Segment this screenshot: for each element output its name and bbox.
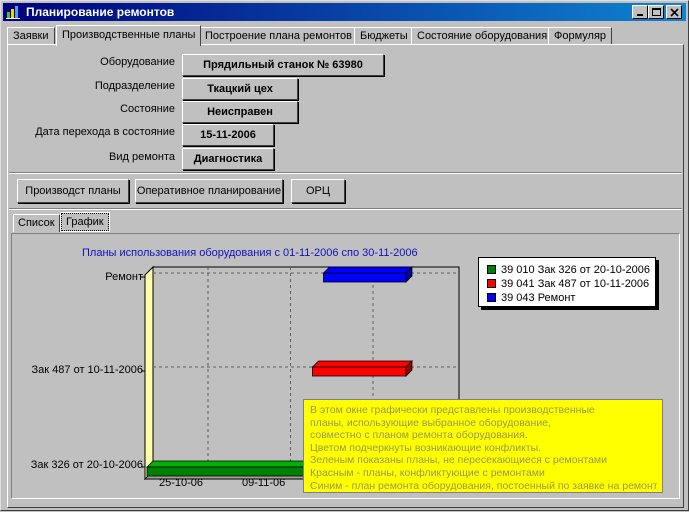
- y-tick-label: Зак 326 от 20-10-2006: [30, 459, 143, 471]
- chart-legend: 39 010 Зак 326 от 20-10-2006 39 041 Зак …: [478, 257, 656, 307]
- x-tick-label: 09-11-06: [242, 477, 286, 489]
- legend-label: 39 043 Ремонт: [501, 292, 576, 304]
- bar: [323, 272, 407, 283]
- app-window: Планирование ремонтов Заявки Производств…: [0, 0, 689, 511]
- legend-item: 39 043 Ремонт: [487, 292, 575, 304]
- tooltip-line: Зеленым показаны планы, не пересекающиес…: [310, 454, 608, 467]
- x-tick-label: 25-10-06: [159, 477, 204, 489]
- legend-item: 39 041 Зак 487 от 10-11-2006: [487, 278, 649, 290]
- bar-top: [311, 360, 413, 368]
- tooltip-line: планы, использующие выбранное оборудован…: [310, 416, 551, 429]
- legend-item: 39 010 Зак 326 от 20-10-2006: [487, 264, 650, 276]
- bar: [312, 366, 407, 377]
- tab-production-plans[interactable]: Производственные планы: [56, 25, 202, 46]
- tooltip-line: совместно с планом ремонта оборудования.: [310, 429, 528, 442]
- tooltip-line: В этом окне графически представлены прои…: [310, 404, 595, 416]
- legend-swatch-red: [487, 279, 496, 288]
- bar-top: [322, 266, 413, 274]
- legend-label: 39 010 Зак 326 от 20-10-2006: [501, 264, 650, 276]
- tooltip-line: Цветом подчеркнуты возникающие конфликты…: [310, 441, 542, 454]
- y-tick-label: Зак 487 от 10-11-2006: [31, 364, 143, 376]
- tooltip-line: Синим - план ремонта оборудования, посто…: [310, 479, 658, 492]
- legend-swatch-green: [487, 265, 496, 274]
- legend-swatch-blue: [487, 293, 496, 302]
- plot-side-wall: [144, 265, 154, 481]
- legend-label: 39 041 Зак 487 от 10-11-2006: [501, 278, 650, 290]
- chart-help-tooltip: В этом окне графически представлены прои…: [303, 399, 663, 493]
- tooltip-line: Красным - планы, конфликтующие с ремонта…: [310, 466, 545, 479]
- y-tick-label: Ремонт: [105, 271, 143, 283]
